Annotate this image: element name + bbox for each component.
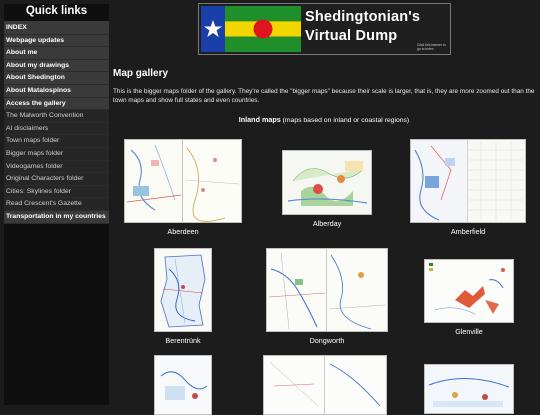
map-thumbnail[interactable] (282, 150, 372, 215)
map-thumbnail[interactable] (263, 355, 387, 415)
map-caption[interactable]: Berentrünk (154, 336, 212, 345)
map-thumbnail[interactable] (424, 259, 514, 323)
sidebar-menu: INDEX Webpage updates About me About my dra… (4, 22, 109, 224)
page-title: Map gallery (113, 68, 169, 79)
map-thumbnail[interactable] (124, 139, 242, 223)
sidebar-link-the-malworth-convention[interactable]: The Malworth Convention (4, 110, 109, 123)
intro-paragraph: This is the bigger maps folder of the ga… (113, 88, 535, 104)
sidebar-link-videogames-folder[interactable]: Videogames folder (4, 160, 109, 174)
sidebar-link-bigger-maps-folder[interactable]: Bigger maps folder (4, 147, 109, 161)
map-thumbnail[interactable] (266, 248, 388, 332)
map-caption[interactable]: Dongworth (266, 336, 388, 345)
banner-title-line-1: Shedingtonian's (305, 9, 421, 25)
map-card-amberfield: Amberfield (410, 139, 526, 236)
map-card-glenville: Glenville (424, 259, 514, 336)
sidebar-link-ai-disclaimers[interactable]: AI disclaimers (4, 122, 109, 136)
sidebar-link-cities-skylines-folder[interactable]: Cities: Skylines folder (4, 185, 109, 199)
sidebar-link-read-crescent-s-gazette[interactable]: Read Crescent's Gazette (4, 198, 109, 211)
banner-title-line-2: Virtual Dump (305, 28, 398, 44)
banner-hint: Click this banner to go to index (417, 43, 446, 52)
sidebar-title: Quick links (4, 4, 109, 22)
map-thumbnail[interactable] (154, 248, 212, 332)
map-thumbnail[interactable] (424, 364, 514, 414)
shedington-flag-icon (201, 6, 301, 52)
sidebar-link-town-maps-folder[interactable]: Town maps folder (4, 135, 109, 148)
sidebar-link-original-characters-folder[interactable]: Original Characters folder (4, 173, 109, 186)
map-caption[interactable]: Alberday (282, 219, 372, 228)
site-banner[interactable]: Shedingtonian's Virtual Dump Click this … (198, 3, 451, 55)
sidebar-link-about-me[interactable]: About me (4, 47, 109, 60)
sidebar-link-access-the-gallery[interactable]: Access the gallery (4, 97, 109, 111)
section-heading: Inland maps (maps based on inland or coa… (113, 115, 535, 124)
map-caption[interactable]: Glenville (424, 327, 514, 336)
map-thumbnail[interactable] (154, 355, 212, 415)
map-card-partial (263, 355, 387, 415)
sidebar-link-transportation-in-my-countries[interactable]: Transportation in my countries (4, 210, 109, 224)
map-card-partial (424, 364, 514, 414)
map-card-alberday: Alberday (282, 150, 372, 228)
map-card-partial (154, 355, 212, 415)
sidebar-link-webpage-updates[interactable]: Webpage updates (4, 34, 109, 48)
sidebar-link-about-my-drawings[interactable]: About my drawings (4, 59, 109, 73)
map-thumbnail[interactable] (410, 139, 526, 223)
map-card-berentrunk: Berentrünk (154, 248, 212, 345)
section-title: Inland maps (238, 115, 281, 125)
sidebar-link-about-matalospinos[interactable]: About Matalospinos (4, 84, 109, 98)
section-note: (maps based on inland or coastal regions… (282, 117, 410, 125)
map-card-dongworth: Dongworth (266, 248, 388, 345)
map-caption[interactable]: Amberfield (410, 227, 526, 236)
map-card-aberdeen: Aberdeen (124, 139, 242, 236)
quick-links-sidebar: Quick links INDEX Webpage updates About me… (4, 4, 109, 405)
main-content: Map gallery This is the bigger maps fold… (113, 68, 535, 124)
sidebar-link-index[interactable]: INDEX (4, 22, 109, 35)
map-caption[interactable]: Aberdeen (124, 227, 242, 236)
sidebar-link-about-shedington[interactable]: About Shedington (4, 72, 109, 85)
